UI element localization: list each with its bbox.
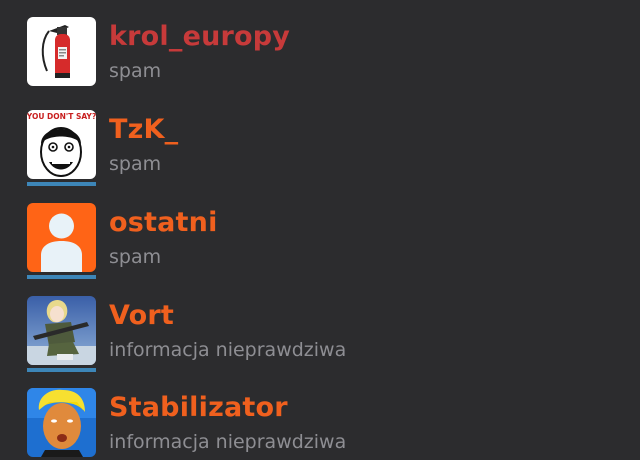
username[interactable]: TzK_ [109, 112, 178, 148]
list-item[interactable]: krol_europy spam [27, 17, 627, 97]
default-user-avatar[interactable] [27, 203, 96, 272]
you-dont-say-meme-avatar[interactable]: YOU DON'T SAY? [27, 110, 96, 179]
username[interactable]: ostatni [109, 205, 218, 241]
report-reason: spam [109, 246, 162, 268]
list-item[interactable]: YOU DON'T SAY? TzK_ spam [27, 110, 627, 190]
avatar-underline [27, 275, 96, 279]
list-item[interactable]: Vort informacja nieprawdziwa [27, 296, 627, 376]
username[interactable]: Stabilizator [109, 390, 288, 426]
username[interactable]: krol_europy [109, 19, 290, 55]
report-reason: spam [109, 60, 162, 82]
list-item[interactable]: ostatni spam [27, 203, 627, 283]
trump-ukraine-colors-avatar[interactable] [27, 388, 96, 457]
report-reason: spam [109, 153, 162, 175]
avatar-underline [27, 182, 96, 186]
anime-soldier-avatar[interactable] [27, 296, 96, 365]
report-reason: informacja nieprawdziwa [109, 431, 347, 453]
avatar-caption: YOU DON'T SAY? [27, 112, 96, 121]
avatar-underline [27, 368, 96, 372]
report-reason: informacja nieprawdziwa [109, 339, 347, 361]
report-list: krol_europy spam YOU DON'T SAY? TzK_ spa… [0, 0, 640, 460]
list-item[interactable]: Stabilizator informacja nieprawdziwa [27, 388, 627, 460]
fire-extinguisher-avatar[interactable] [27, 17, 96, 86]
username[interactable]: Vort [109, 298, 174, 334]
